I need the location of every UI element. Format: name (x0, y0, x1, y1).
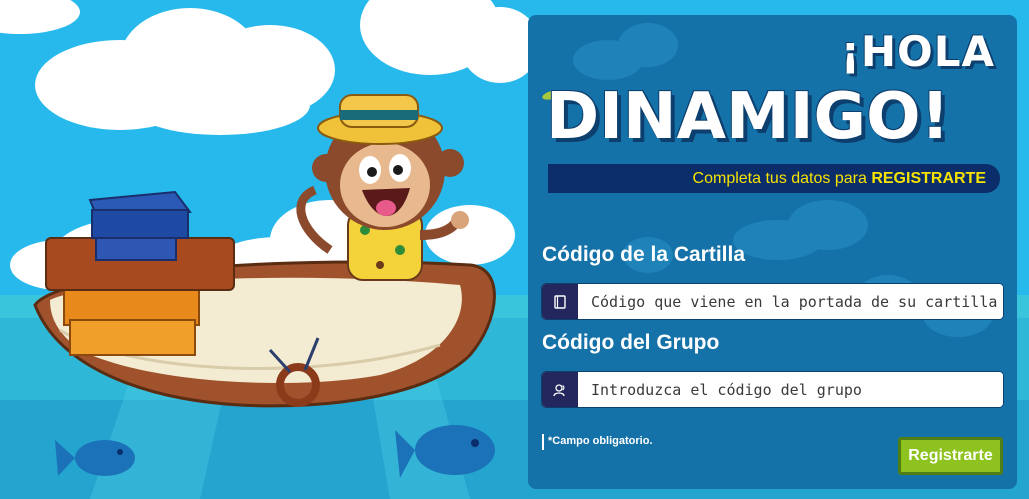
booklet-code-input[interactable] (578, 284, 1003, 319)
group-code-label: Código del Grupo (542, 331, 720, 354)
booklet-code-field (541, 283, 1004, 320)
brand-title: DINAMIGO! (546, 80, 950, 154)
subtitle-prefix: Completa tus datos para (692, 170, 867, 187)
subtitle-strong: REGISTRARTE (871, 170, 986, 187)
registration-panel: ¡HOLA DINAMIGO! Completa tus datos para … (528, 15, 1017, 489)
group-code-input[interactable] (578, 372, 1003, 407)
book-icon (542, 284, 578, 319)
subtitle-banner: Completa tus datos para REGISTRARTE (548, 164, 1000, 193)
booklet-code-label: Código de la Cartilla (542, 243, 746, 266)
required-field-note: *Campo obligatorio. (542, 434, 653, 450)
group-code-field (541, 371, 1004, 408)
register-button[interactable]: Registrarte (898, 437, 1003, 475)
greeting-heading: ¡HOLA (840, 27, 995, 76)
users-icon (542, 372, 578, 407)
